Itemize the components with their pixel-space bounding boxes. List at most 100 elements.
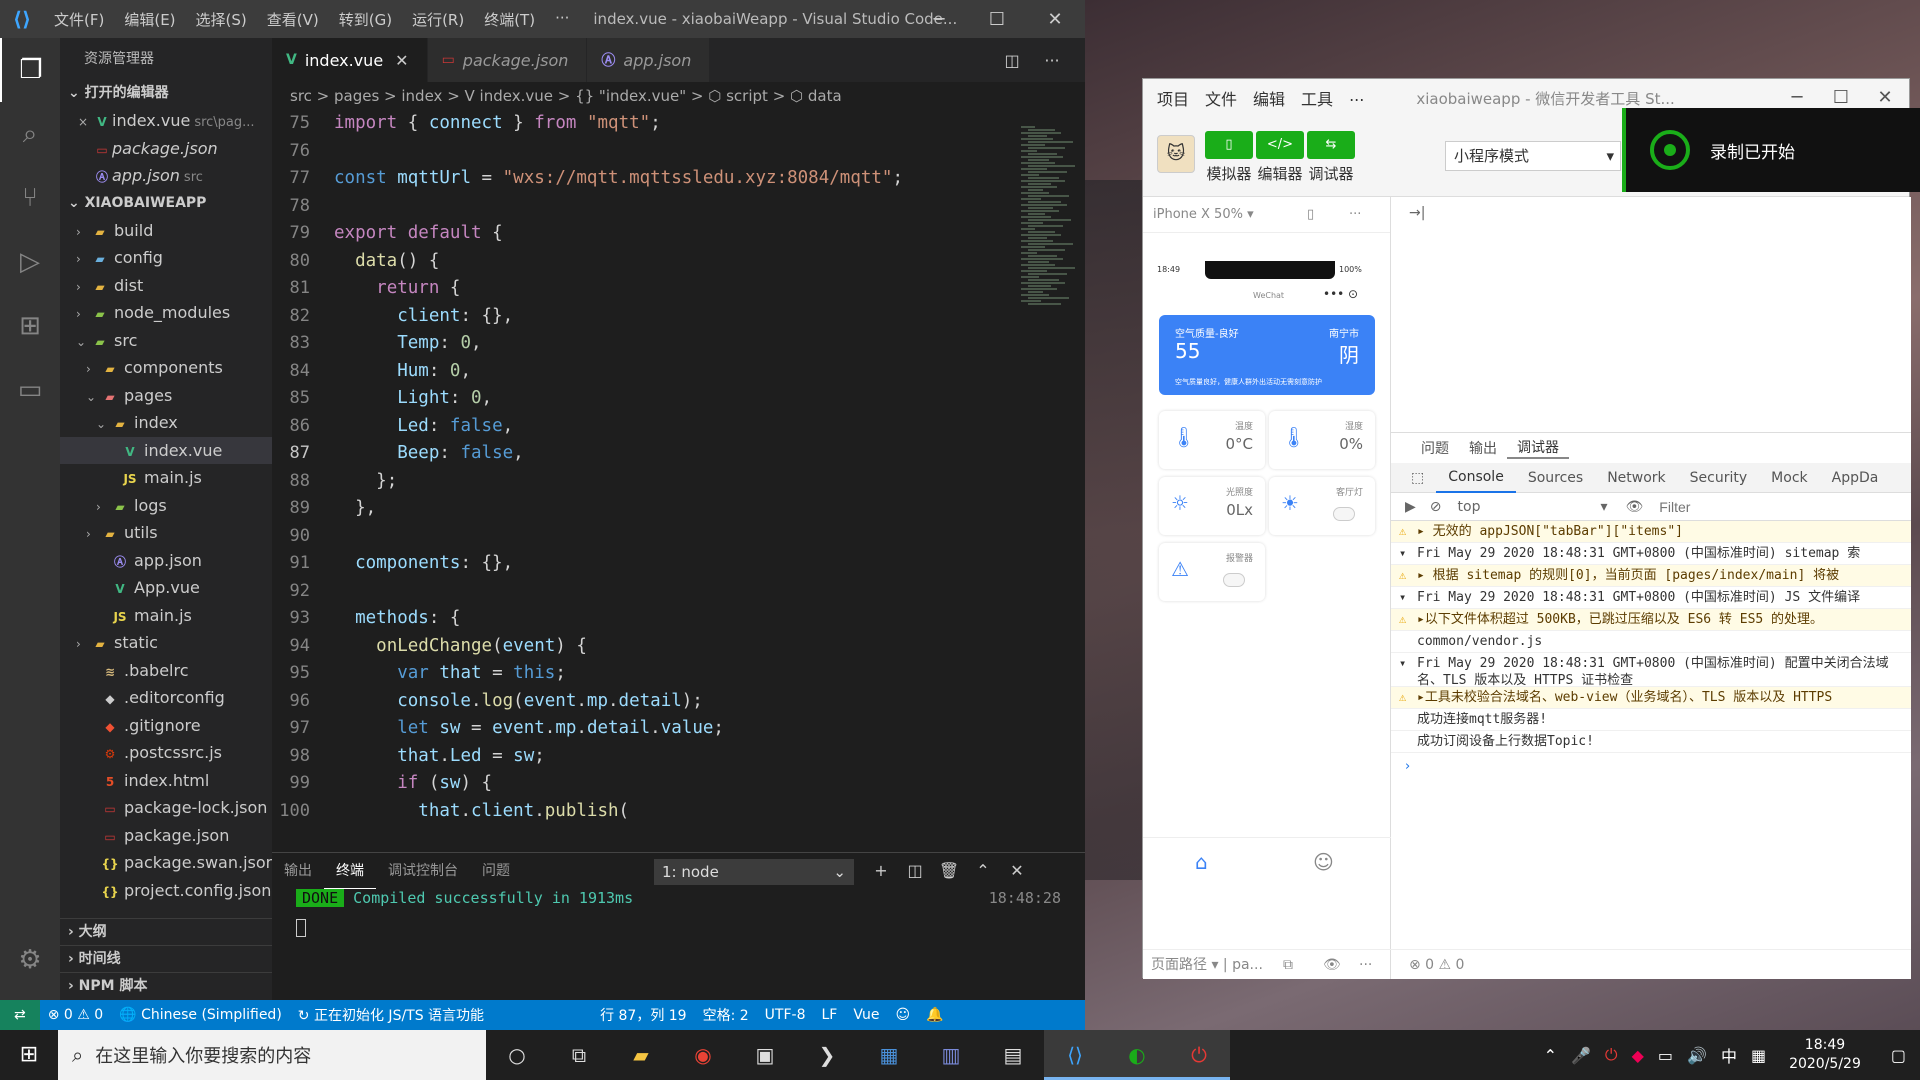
toolbar-button[interactable]: ▯ 模拟器 xyxy=(1205,131,1253,184)
console-message[interactable]: ▾ Fri May 29 2020 18:48:31 GMT+0800 (中国标准… xyxy=(1391,653,1911,687)
extensions-icon[interactable]: ⊞ xyxy=(0,294,60,358)
code-line[interactable]: 92 xyxy=(272,578,1017,606)
menu-item[interactable]: 终端(T) xyxy=(474,9,545,30)
wechat-menu-item[interactable]: 编辑 xyxy=(1245,86,1293,110)
tree-item[interactable]: ▭ package.json xyxy=(60,822,272,850)
editor-tab[interactable]: ▭ package.json xyxy=(427,38,588,82)
taskbar-search[interactable]: ⌕ 在这里输入你要搜索的内容 xyxy=(58,1030,486,1080)
explorer-icon[interactable]: ❐ xyxy=(0,38,60,102)
code-line[interactable]: 85 Light: 0, xyxy=(272,385,1017,413)
breadcrumb[interactable]: src > pages > index > V index.vue > {} "… xyxy=(272,82,1085,110)
console-message[interactable]: 成功订阅设备上行数据Topic! xyxy=(1391,731,1911,753)
context-select[interactable]: top ▾ xyxy=(1458,499,1608,515)
device-select[interactable]: iPhone X 50% ▾ xyxy=(1153,207,1254,222)
recorder-tray-icon[interactable]: ⏻ xyxy=(1598,1045,1625,1065)
menu-item[interactable]: 文件(F) xyxy=(44,9,114,30)
wechat-menu-item[interactable]: ... xyxy=(1341,86,1372,110)
code-line[interactable]: 78 xyxy=(272,193,1017,221)
panel-tab[interactable]: 问题 xyxy=(470,853,522,889)
footer-more-icon[interactable]: ··· xyxy=(1359,950,1372,980)
expand-icon[interactable]: →| xyxy=(1409,205,1425,221)
toolbar-button[interactable]: </> 编辑器 xyxy=(1256,131,1304,184)
code-editor[interactable]: 75 import { connect } from "mqtt"; 76 77 con… xyxy=(272,110,1017,852)
tree-item[interactable]: ▭ package-lock.json xyxy=(60,794,272,822)
code-line[interactable]: 90 xyxy=(272,523,1017,551)
more-actions-icon[interactable]: ··· xyxy=(1032,38,1072,82)
sensor-toggle[interactable] xyxy=(1223,573,1245,587)
tree-item[interactable]: › ▰ node_modules xyxy=(60,299,272,327)
language-pack-status[interactable]: 🌐 Chinese (Simplified) xyxy=(111,1007,290,1023)
console-message[interactable]: common/vendor.js xyxy=(1391,631,1911,653)
mode-select[interactable]: 小程序模式 ▾ xyxy=(1445,141,1621,171)
tree-item[interactable]: V App.vue xyxy=(60,574,272,602)
editor-tab[interactable]: Ⓐapp.json xyxy=(587,38,711,82)
clear-console-icon[interactable]: ⊘ xyxy=(1430,499,1442,515)
terminal-icon[interactable]: ▣ xyxy=(734,1030,796,1080)
menu-item[interactable]: 转到(G) xyxy=(329,9,402,30)
console-message[interactable]: ⚠ ▸ 根据 sitemap 的规则[0]，当前页面 [pages/index/m… xyxy=(1391,565,1911,587)
devtools-tab[interactable]: AppDa xyxy=(1820,470,1891,486)
remote-icon[interactable]: ⇄ xyxy=(0,1000,40,1030)
console-message[interactable]: 成功连接mqtt服务器! xyxy=(1391,709,1911,731)
menu-item[interactable]: 运行(R) xyxy=(402,9,474,30)
code-line[interactable]: 75 import { connect } from "mqtt"; xyxy=(272,110,1017,138)
menu-item[interactable]: 查看(V) xyxy=(257,9,329,30)
user-icon[interactable]: ☺ xyxy=(1313,850,1334,874)
eol-status[interactable]: LF xyxy=(813,1007,845,1023)
tray-expand-icon[interactable]: ⌃ xyxy=(1537,1046,1564,1065)
keyboard-icon[interactable]: ▦ xyxy=(1744,1046,1773,1065)
phone-screen[interactable]: 18:49 100% WeChat ••• ⊙ 空气质量-良好 55 南宁市 阴… xyxy=(1153,247,1381,837)
code-line[interactable]: 94 onLedChange(event) { xyxy=(272,633,1017,661)
tree-item[interactable]: ◆ .editorconfig xyxy=(60,684,272,712)
debugger-tab[interactable]: 问题 xyxy=(1411,438,1459,458)
sidebar-toggle-icon[interactable]: ▶ xyxy=(1405,499,1416,515)
remote-desktop-icon[interactable]: ▦ xyxy=(858,1030,920,1080)
feedback-icon[interactable]: ☺ xyxy=(887,1007,918,1023)
sidebar-section[interactable]: › 大纲 xyxy=(60,918,272,945)
code-line[interactable]: 98 that.Led = sw; xyxy=(272,743,1017,771)
console-output[interactable]: ⚠ ▸ 无效的 appJSON["tabBar"]["items"] ▾ Fri Ma… xyxy=(1391,521,1911,753)
tree-item[interactable]: Vindex.vue xyxy=(60,436,272,464)
code-line[interactable]: 81 return { xyxy=(272,275,1017,303)
tree-item[interactable]: › ▰ static xyxy=(60,629,272,657)
console-message[interactable]: ▾ Fri May 29 2020 18:48:31 GMT+0800 (中国标准… xyxy=(1391,543,1911,565)
open-editor-item[interactable]: ▭ package.json xyxy=(60,135,272,163)
tree-item[interactable]: {} package.swan.json xyxy=(60,849,272,877)
app-tray-icon[interactable]: ◆ xyxy=(1625,1046,1651,1065)
menu-item[interactable]: 选择(S) xyxy=(186,9,257,30)
console-prompt[interactable]: › xyxy=(1391,753,1911,780)
tree-item[interactable]: Ⓐapp.json xyxy=(60,547,272,575)
toolbar-button[interactable]: ⇆ 调试器 xyxy=(1307,131,1355,184)
live-expression-eye-icon[interactable]: 👁 xyxy=(1626,499,1644,515)
debugger-tab[interactable]: 输出 xyxy=(1459,438,1507,458)
tree-item[interactable]: › ▰ components xyxy=(60,354,272,382)
code-line[interactable]: 86 Led: false, xyxy=(272,413,1017,441)
devtools-tab[interactable]: Network xyxy=(1595,470,1677,486)
windows-start-icon[interactable]: ⊞ xyxy=(0,1030,58,1080)
tree-item[interactable]: › ▰ utils xyxy=(60,519,272,547)
sidebar-section[interactable]: › 时间线 xyxy=(60,945,272,972)
devtools-tab[interactable]: Console xyxy=(1436,463,1516,493)
wechat-devtools-taskbar-icon[interactable]: ◐ xyxy=(1106,1030,1168,1080)
recorder-taskbar-icon[interactable]: ⏻ xyxy=(1168,1030,1230,1080)
cortana-icon[interactable]: ○ xyxy=(486,1030,548,1080)
tree-item[interactable]: ≋ .babelrc xyxy=(60,657,272,685)
panel-tab[interactable]: 终端 xyxy=(324,853,376,889)
notification-center-icon[interactable]: ▢ xyxy=(1877,1046,1920,1065)
code-line[interactable]: 89 }, xyxy=(272,495,1017,523)
console-message[interactable]: ⚠ ▸以下文件体积超过 500KB，已跳过压缩以及 ES6 转 ES5 的处理。 xyxy=(1391,609,1911,631)
code-line[interactable]: 87 Beep: false, xyxy=(272,440,1017,468)
tree-item[interactable]: › ▰ config xyxy=(60,244,272,272)
code-line[interactable]: 97 let sw = event.mp.detail.value; xyxy=(272,715,1017,743)
devtools-tab[interactable]: Mock xyxy=(1759,470,1819,486)
search-icon[interactable]: ⌕ xyxy=(0,102,60,166)
tree-item[interactable]: JS main.js xyxy=(60,602,272,630)
source-control-icon[interactable]: ⑂ xyxy=(0,166,60,230)
tree-item[interactable]: ◆ .gitignore xyxy=(60,712,272,740)
settings-gear-icon[interactable]: ⚙ xyxy=(0,928,60,992)
code-line[interactable]: 80 data() { xyxy=(272,248,1017,276)
console-message[interactable]: ⚠ ▸ 无效的 appJSON["tabBar"]["items"] xyxy=(1391,521,1911,543)
inspect-element-icon[interactable]: ⬚ xyxy=(1399,470,1436,486)
close-icon[interactable]: ✕ xyxy=(1026,0,1084,38)
devtools-tab[interactable]: Sources xyxy=(1516,470,1595,486)
